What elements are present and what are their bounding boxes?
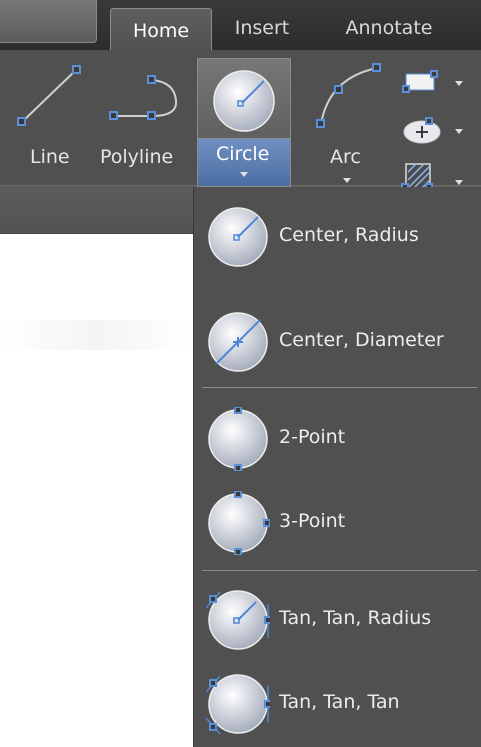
circle-tan-tan-radius-icon: [206, 590, 270, 650]
arc-icon: [316, 63, 381, 128]
menu-item-tan-tan-tan[interactable]: Tan, Tan, Tan: [194, 662, 481, 742]
menu-separator: [202, 570, 477, 571]
tab-home[interactable]: Home: [110, 8, 212, 53]
background-blur: [0, 320, 193, 350]
menu-item-center-diameter[interactable]: Center, Diameter: [194, 300, 481, 380]
polyline-icon: [109, 75, 178, 120]
hatch-caret-icon[interactable]: [455, 180, 463, 185]
circle-center-radius-icon: [208, 207, 268, 267]
tab-insert[interactable]: Insert: [222, 8, 302, 48]
menu-item-tan-tan-radius[interactable]: Tan, Tan, Radius: [194, 578, 481, 658]
menu-separator: [202, 387, 477, 388]
line-icon: [17, 65, 81, 126]
ribbon-tab-bar: Home Insert Annotate: [0, 0, 481, 53]
circle-icon: [213, 70, 275, 132]
arc-button[interactable]: [305, 58, 390, 138]
tab-annotate[interactable]: Annotate: [330, 8, 448, 48]
menu-item-label: Tan, Tan, Radius: [279, 607, 432, 629]
menu-item-center-radius[interactable]: Center, Radius: [194, 195, 481, 275]
circle-center-diameter-icon: [208, 312, 268, 372]
arc-caret-icon[interactable]: [343, 178, 351, 183]
circle-label: Circle: [216, 143, 270, 165]
circle-caret-icon: [240, 172, 248, 177]
line-button[interactable]: [10, 60, 90, 135]
rectangle-button[interactable]: [398, 64, 468, 100]
ellipse-caret-icon[interactable]: [455, 129, 463, 134]
circle-tan-tan-tan-icon: [206, 674, 270, 735]
menu-item-3-point[interactable]: 3-Point: [194, 481, 481, 561]
polyline-button[interactable]: [100, 60, 190, 135]
line-label: Line: [30, 146, 70, 168]
circle-3-point-icon: [208, 491, 270, 555]
menu-item-label: Tan, Tan, Tan: [279, 691, 400, 713]
circle-dropdown-menu: Center, Radius Center, Diameter 2-Point …: [193, 187, 481, 747]
menu-item-label: 3-Point: [279, 510, 346, 532]
circle-button[interactable]: [197, 58, 291, 139]
menu-item-label: Center, Radius: [279, 224, 419, 246]
menu-item-2-point[interactable]: 2-Point: [194, 397, 481, 477]
application-button-area[interactable]: [0, 0, 97, 43]
rectangle-caret-icon[interactable]: [455, 81, 463, 86]
circle-dropdown-button[interactable]: Circle: [197, 138, 291, 187]
polyline-label: Polyline: [100, 146, 174, 168]
circle-2-point-icon: [208, 407, 268, 471]
menu-item-label: Center, Diameter: [279, 329, 444, 351]
arc-label: Arc: [330, 146, 361, 168]
ellipse-button[interactable]: [398, 112, 468, 148]
menu-item-label: 2-Point: [279, 426, 346, 448]
